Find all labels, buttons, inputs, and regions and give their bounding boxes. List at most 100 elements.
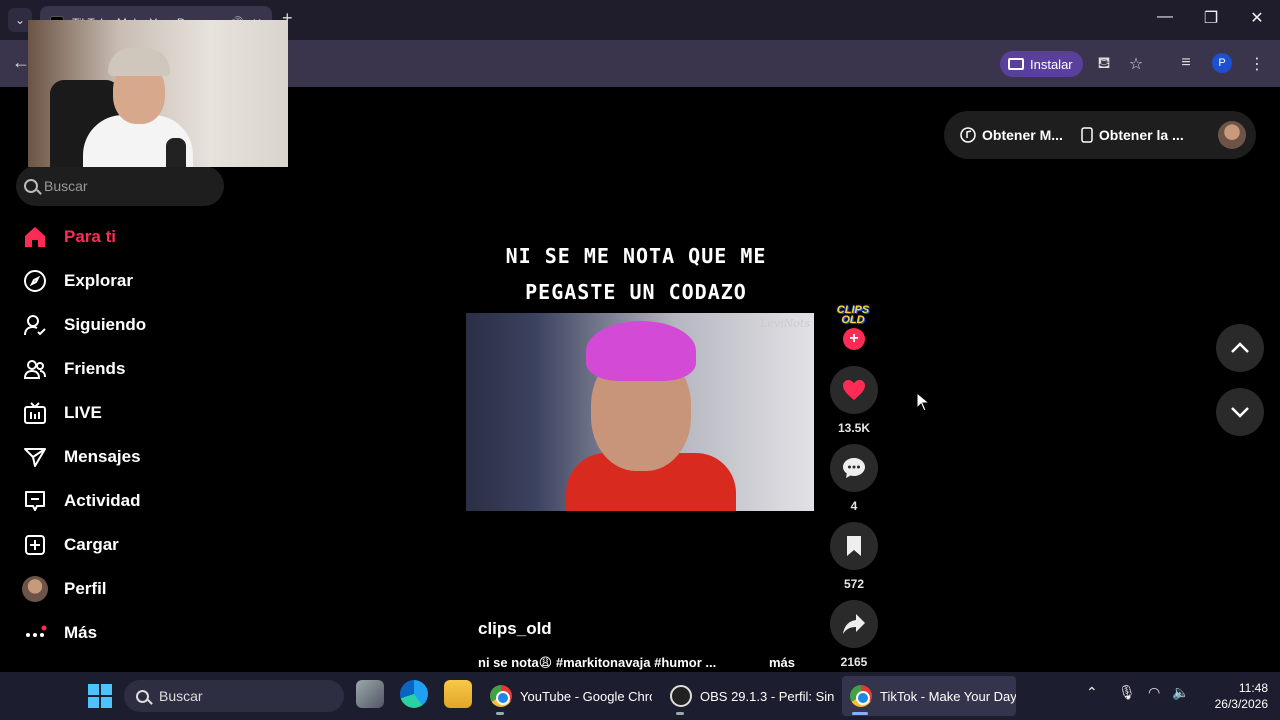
restore-icon[interactable]: ❐ [1196, 8, 1226, 28]
obs-icon [670, 685, 692, 707]
more-icon [20, 618, 50, 648]
sidebar-item-label: Perfil [64, 579, 107, 598]
activity-icon [20, 486, 50, 516]
video-person-hair [586, 321, 696, 381]
file-explorer-icon[interactable] [444, 680, 472, 708]
video-author[interactable]: clips_old [478, 619, 552, 639]
browser-profile-avatar[interactable]: P [1212, 53, 1232, 73]
bookmark-icon [847, 536, 861, 556]
compass-icon [20, 266, 50, 296]
live-icon [20, 398, 50, 428]
install-app-button[interactable]: Instalar [1000, 51, 1083, 77]
like-count: 13.5K [837, 421, 871, 435]
translate-icon[interactable]: ⛾ [1093, 54, 1115, 74]
sidebar-item-explorar[interactable]: Explorar [20, 259, 240, 303]
comment-icon [843, 458, 865, 478]
chrome-icon [850, 685, 872, 707]
microphone-icon[interactable]: 🎙 [1118, 684, 1136, 701]
sidebar-item-label: Friends [64, 359, 126, 378]
sidebar-item-actividad[interactable]: Actividad [20, 479, 240, 523]
mouse-cursor-icon [916, 392, 930, 412]
like-button[interactable] [830, 366, 878, 414]
music-coin-icon [960, 127, 976, 143]
sidebar-item-mensajes[interactable]: Mensajes [20, 435, 240, 479]
taskbar-search[interactable]: Buscar [124, 680, 344, 712]
clock-date: 26/3/2026 [1214, 697, 1268, 711]
sidebar-item-live[interactable]: LIVE [20, 391, 240, 435]
sidebar-item-siguiendo[interactable]: Siguiendo [20, 303, 240, 347]
task-running-indicator [676, 712, 684, 715]
phone-icon [1081, 127, 1093, 143]
task-view-icon[interactable] [356, 680, 384, 708]
clock-time: 11:48 [1238, 681, 1268, 695]
previous-video-button[interactable] [1216, 324, 1264, 372]
minimize-icon[interactable]: — [1150, 8, 1180, 26]
sidebar-item-perfil[interactable]: Perfil [20, 567, 240, 611]
sidebar-item-para-ti[interactable]: Para ti [20, 215, 240, 259]
video-watermark: LeviNots [760, 317, 810, 330]
caption-line-1: NI SE ME NOTA QUE ME [505, 244, 767, 268]
get-coins-button[interactable]: Obtener M... [960, 127, 1063, 143]
webcam-person-cap [108, 48, 170, 76]
home-icon [20, 222, 50, 252]
description-more-link[interactable]: más [769, 655, 795, 670]
webcam-microphone [166, 138, 186, 167]
search-input[interactable] [44, 178, 214, 194]
video-caption: NI SE ME NOTA QUE ME PEGASTE UN CODAZO [466, 238, 806, 310]
sidebar-item-label: Más [64, 623, 98, 642]
heart-icon [843, 380, 865, 400]
next-video-button[interactable] [1216, 388, 1264, 436]
caption-line-2: PEGASTE UN CODAZO [525, 280, 747, 304]
browser-menu-icon[interactable]: ⋮ [1246, 54, 1268, 74]
sidebar-item-cargar[interactable]: Cargar [20, 523, 240, 567]
sidebar-item-label: Siguiendo [64, 315, 147, 334]
taskbar-task-obs[interactable]: OBS 29.1.3 - Perfil: Sin Ti [662, 676, 834, 716]
sidebar-item-label: Actividad [64, 491, 141, 510]
sidebar-item-label: Explorar [64, 271, 133, 290]
tray-overflow-chevron-icon[interactable]: ⌃ [1086, 684, 1098, 701]
save-button[interactable] [830, 522, 878, 570]
taskbar-search-label: Buscar [159, 688, 203, 704]
task-active-indicator [852, 712, 868, 715]
upload-icon [20, 530, 50, 560]
sidebar-item-label: LIVE [64, 403, 102, 422]
edge-browser-icon[interactable] [400, 680, 428, 708]
webcam-overlay [28, 20, 288, 167]
sidebar-item-label: Mensajes [64, 447, 141, 466]
sidebar-nav: Para ti Explorar Siguiendo Friends LIVE … [20, 215, 240, 655]
search-icon [24, 179, 38, 193]
video-player[interactable]: LeviNots [466, 313, 814, 511]
top-right-actions: Obtener M... Obtener la ... [944, 111, 1256, 159]
volume-icon[interactable]: 🔈 [1172, 684, 1189, 701]
system-clock[interactable]: 11:48 26/3/2026 [1200, 680, 1268, 712]
friends-icon [20, 354, 50, 384]
share-count: 2165 [840, 655, 868, 669]
follow-button[interactable]: + [843, 328, 865, 350]
avatar [22, 576, 48, 602]
search-icon [136, 689, 149, 703]
taskbar-task-youtube[interactable]: YouTube - Google Chro [482, 676, 652, 716]
task-running-indicator [496, 712, 504, 715]
sidebar-item-mas[interactable]: Más [20, 611, 240, 655]
get-app-button[interactable]: Obtener la ... [1081, 127, 1184, 143]
sidebar-item-label: Para ti [64, 227, 116, 246]
user-avatar[interactable] [1218, 121, 1246, 149]
channel-logo-line-2: OLD [841, 314, 865, 326]
save-count: 572 [843, 577, 865, 591]
chrome-icon [490, 685, 512, 707]
install-label: Instalar [1030, 56, 1073, 72]
bookmark-star-icon[interactable]: ☆ [1125, 54, 1147, 74]
share-icon [843, 614, 865, 634]
taskbar-task-tiktok[interactable]: TikTok - Make Your Day [842, 676, 1016, 716]
close-window-icon[interactable]: ✕ [1242, 8, 1272, 28]
task-label: TikTok - Make Your Day [880, 688, 1016, 704]
windows-start-icon[interactable] [88, 684, 112, 708]
sidebar-item-friends[interactable]: Friends [20, 347, 240, 391]
share-button[interactable] [830, 600, 878, 648]
media-controls-icon[interactable]: ≡ [1175, 54, 1197, 72]
comment-button[interactable] [830, 444, 878, 492]
chevron-down-icon [1231, 407, 1249, 418]
search-bar[interactable] [16, 166, 224, 206]
following-icon [20, 310, 50, 340]
wifi-icon[interactable]: ◠ [1148, 684, 1160, 701]
